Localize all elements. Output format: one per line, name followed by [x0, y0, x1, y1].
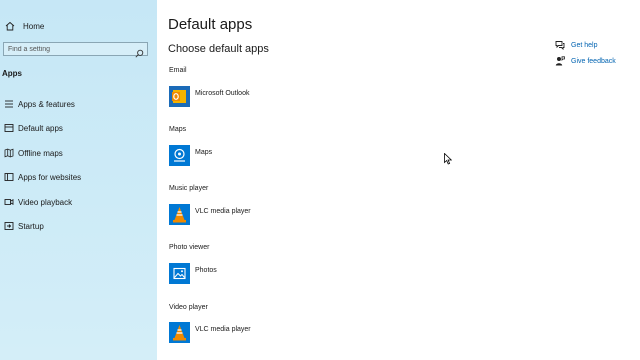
sidebar-item-label: Apps & features — [18, 99, 75, 109]
sidebar-item-startup[interactable]: Startup — [0, 217, 44, 235]
default-app-maps-button[interactable]: Maps — [169, 144, 212, 166]
apps-for-websites-icon — [3, 171, 15, 183]
default-apps-icon — [3, 122, 15, 134]
category-label-music-player: Music player — [169, 185, 209, 192]
app-name: Microsoft Outlook — [195, 89, 250, 97]
sidebar-item-home[interactable]: Home — [0, 17, 44, 35]
apps-features-icon — [3, 98, 15, 110]
sidebar-item-label: Default apps — [18, 123, 63, 133]
category-label-video-player: Video player — [169, 304, 208, 311]
sidebar-section-title: Apps — [2, 69, 22, 78]
startup-icon — [3, 220, 15, 232]
default-app-email-button[interactable]: Microsoft Outlook — [169, 85, 249, 107]
category-label-email: Email — [169, 67, 187, 74]
default-app-video-player-button[interactable]: VLC media player — [169, 321, 251, 343]
sidebar-item-label: Apps for websites — [18, 172, 82, 182]
sidebar-item-label: Home — [23, 21, 45, 31]
give-feedback-label: Give feedback — [571, 57, 616, 65]
give-feedback-link[interactable]: Give feedback — [555, 56, 616, 66]
sidebar-item-apps-features[interactable]: Apps & features — [0, 95, 75, 113]
maps-icon — [169, 144, 190, 166]
home-icon — [4, 20, 16, 32]
chat-help-icon — [555, 40, 565, 50]
get-help-link[interactable]: Get help — [555, 40, 597, 50]
sidebar-item-label: Offline maps — [18, 148, 63, 158]
sidebar-item-video-playback[interactable]: Video playback — [0, 193, 72, 211]
sidebar-item-label: Startup — [18, 221, 44, 231]
vlc-icon — [169, 203, 190, 225]
default-app-photo-viewer-button[interactable]: Photos — [169, 262, 217, 284]
sidebar-item-apps-for-websites[interactable]: Apps for websites — [0, 168, 81, 186]
sidebar-item-offline-maps[interactable]: Offline maps — [0, 144, 63, 162]
search-icon[interactable] — [135, 45, 144, 58]
sidebar-item-default-apps[interactable]: Default apps — [0, 119, 63, 137]
search-box[interactable] — [3, 42, 148, 58]
mouse-cursor-icon — [444, 152, 453, 165]
app-name: VLC media player — [195, 325, 251, 333]
sidebar: Home Apps Apps & features Default apps O… — [0, 0, 157, 360]
offline-maps-icon — [3, 147, 15, 159]
category-label-photo-viewer: Photo viewer — [169, 244, 210, 251]
app-name: Photos — [195, 266, 217, 274]
main-content: Default apps Choose default apps Email M… — [157, 0, 640, 360]
photos-icon — [169, 262, 190, 284]
video-playback-icon — [3, 196, 15, 208]
vlc-icon — [169, 321, 190, 343]
default-app-music-player-button[interactable]: VLC media player — [169, 203, 251, 225]
page-subtitle: Choose default apps — [168, 43, 269, 55]
search-input[interactable] — [8, 45, 133, 53]
app-name: VLC media player — [195, 207, 251, 215]
category-label-maps: Maps — [169, 126, 187, 133]
sidebar-item-label: Video playback — [18, 197, 73, 207]
outlook-icon — [169, 85, 190, 107]
app-name: Maps — [195, 148, 213, 156]
feedback-person-icon — [555, 56, 565, 66]
get-help-label: Get help — [571, 41, 598, 49]
page-title: Default apps — [168, 16, 253, 33]
